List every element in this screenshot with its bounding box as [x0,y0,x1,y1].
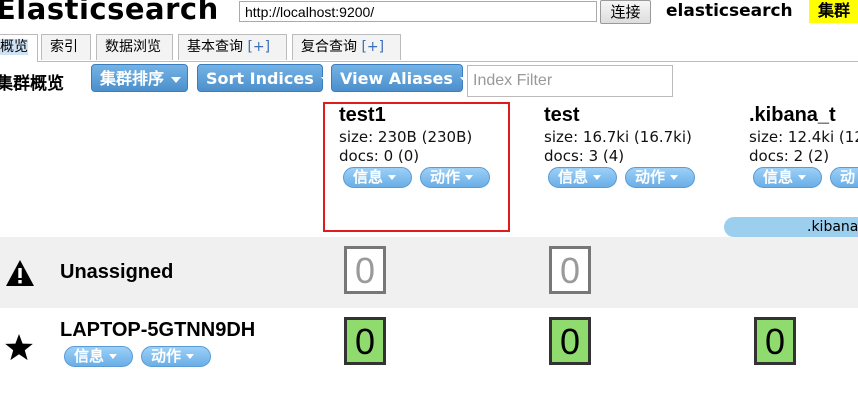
chevron-down-icon [798,175,807,180]
index-action-button[interactable]: 动作 [625,167,695,188]
index-name: .kibana_t [749,104,836,126]
sort-indices-button[interactable]: Sort Indices [197,64,331,92]
tab-overview[interactable]: 概览 [0,34,38,62]
tab-plus: [+] [247,39,271,55]
chevron-down-icon [171,76,182,83]
chevron-down-icon [593,175,602,180]
button-label: 动作 [151,347,182,365]
selection-highlight [323,102,510,232]
tab-bar: 概览 索引 数据浏览 基本查询 [+] 复合查询 [+] [0,34,858,62]
button-label: 动 [840,168,856,186]
star-icon [5,334,33,361]
connect-button[interactable]: 连接 [600,0,651,24]
index-name: test [544,104,580,126]
warning-icon [6,260,34,286]
chevron-down-icon [320,76,331,83]
shard-primary[interactable]: 0 [754,317,796,365]
tab-label: 概览 [0,39,28,55]
index-filter-input[interactable] [467,65,673,97]
app-title: Elasticsearch [0,0,219,26]
shard-primary[interactable]: 0 [344,317,386,365]
index-docs: docs: 3 (4) [544,147,625,165]
button-label: View Aliases [340,69,453,88]
tab-browser[interactable]: 数据浏览 [96,34,173,60]
button-label: Sort Indices [206,69,314,88]
index-docs: docs: 2 (2) [749,147,830,165]
node-name: LAPTOP-5GTNN9DH [60,319,256,341]
alias-bar[interactable]: .kibana [724,217,858,237]
button-label: 集群排序 [100,69,165,88]
button-label: 动作 [635,168,666,186]
tab-label: 数据浏览 [105,39,161,55]
chevron-down-icon [186,354,195,359]
button-label: 信息 [74,347,105,365]
index-info-button[interactable]: 信息 [753,167,822,188]
cluster-name: elasticsearch [666,1,793,21]
node-info-button[interactable]: 信息 [64,346,133,367]
url-input[interactable] [239,1,597,22]
shard-unassigned[interactable]: 0 [549,246,591,294]
tab-basic-query[interactable]: 基本查询 [+] [178,34,287,60]
shard-primary[interactable]: 0 [549,317,591,365]
tab-compound-query[interactable]: 复合查询 [+] [292,34,401,60]
tab-plus: [+] [361,39,385,55]
index-info-button[interactable]: 信息 [548,167,617,188]
tab-indices[interactable]: 索引 [41,34,91,60]
index-action-button[interactable]: 动 [830,167,858,188]
tab-label: 基本查询 [187,39,248,55]
unassigned-label: Unassigned [60,261,174,283]
index-size: size: 16.7ki (16.7ki) [544,128,692,146]
button-label: 信息 [558,168,589,186]
cluster-sort-button[interactable]: 集群排序 [91,64,188,92]
button-label: 信息 [763,168,794,186]
shard-unassigned[interactable]: 0 [344,246,386,294]
node-action-button[interactable]: 动作 [141,346,211,367]
tab-label: 索引 [50,39,78,55]
chevron-down-icon [670,175,679,180]
tab-label: 复合查询 [301,39,362,55]
cluster-health-badge: 集群 [809,0,858,23]
view-aliases-button[interactable]: View Aliases [331,64,470,92]
chevron-down-icon [109,354,118,359]
overview-title: 集群概览 [0,74,64,94]
index-size: size: 12.4ki (12 [749,128,858,146]
